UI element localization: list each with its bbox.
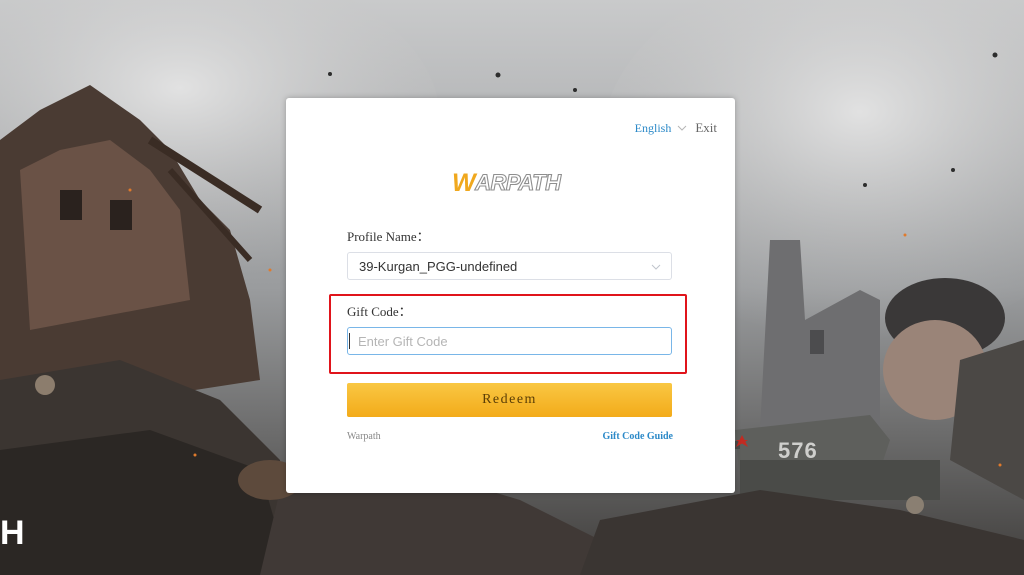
profile-name-select[interactable]: 39-Kurgan_PGG-undefined	[347, 252, 672, 280]
gift-code-label: Gift Code：	[347, 304, 412, 319]
background-logo-fragment: H	[0, 514, 26, 552]
chevron-down-icon	[651, 264, 661, 270]
text-caret	[349, 333, 350, 349]
language-selector[interactable]: English	[635, 121, 672, 136]
chevron-down-icon[interactable]	[677, 123, 687, 133]
footer-brand: Warpath	[347, 431, 381, 442]
redeem-button[interactable]: Redeem	[347, 383, 672, 417]
gift-code-panel: English Exit W ARPATH Profile Name： 39-Ku…	[286, 98, 735, 493]
profile-name-value: 39-Kurgan_PGG-undefined	[359, 258, 518, 274]
profile-name-label: Profile Name：	[347, 229, 430, 244]
gift-code-guide-link[interactable]: Gift Code Guide	[602, 431, 673, 442]
warpath-logo: W ARPATH	[452, 168, 562, 197]
exit-link[interactable]: Exit	[695, 120, 717, 136]
panel-topbar: English Exit	[635, 120, 717, 136]
tank-number: 576	[778, 438, 818, 463]
gift-code-input[interactable]	[347, 327, 672, 355]
